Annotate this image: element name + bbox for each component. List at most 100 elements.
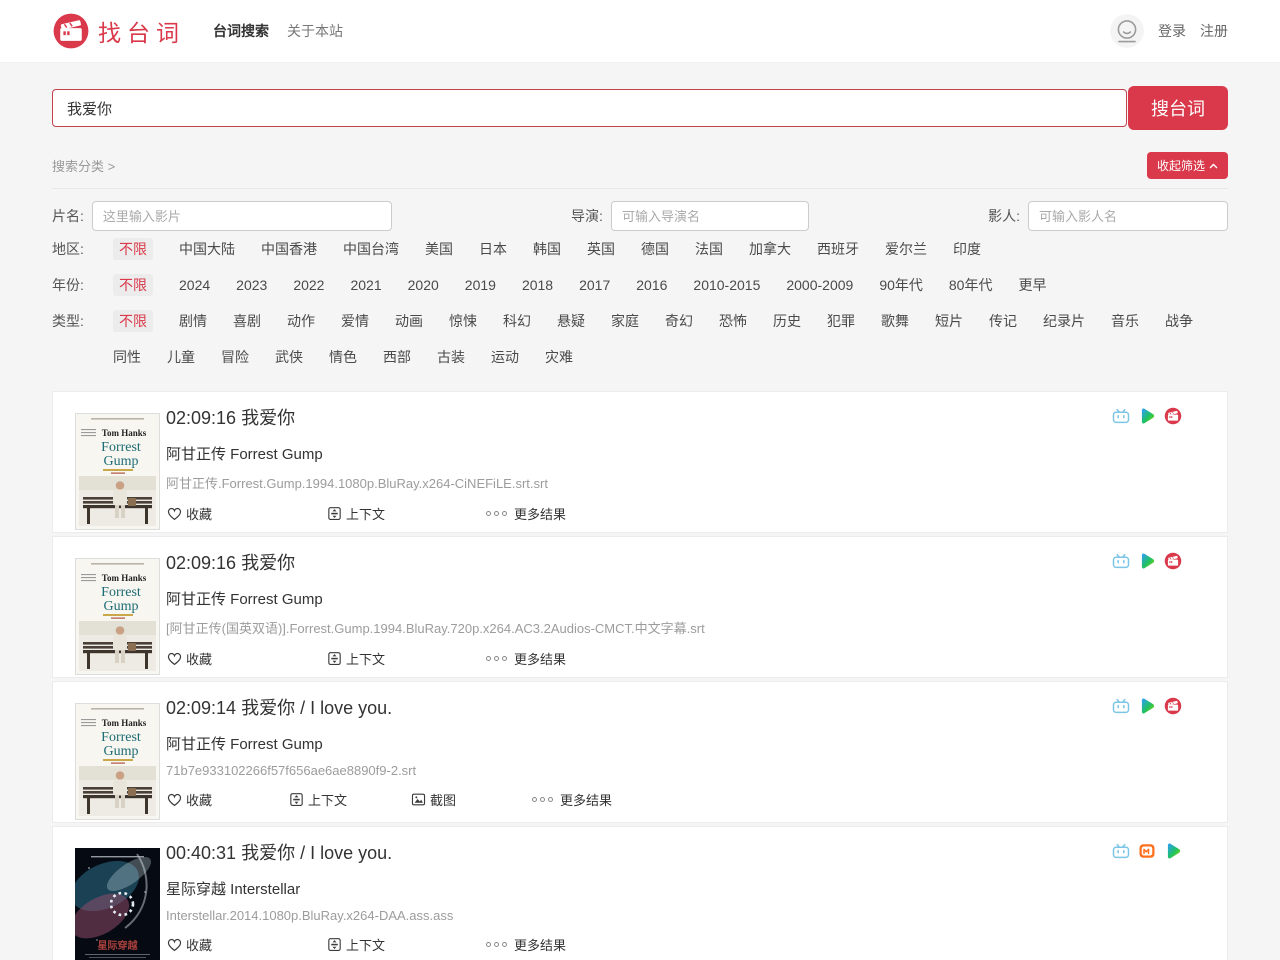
filter-option[interactable]: 惊悚 (436, 303, 490, 339)
bilibili-icon[interactable] (1112, 407, 1130, 425)
filter-option[interactable]: 悬疑 (544, 303, 598, 339)
filter-option[interactable]: 2000-2009 (773, 267, 866, 303)
filter-option[interactable]: 90年代 (866, 267, 936, 303)
filter-option[interactable]: 更早 (1005, 267, 1059, 303)
search-button[interactable]: 搜台词 (1128, 86, 1228, 130)
favorite-button[interactable]: 收藏 (166, 649, 326, 668)
filter-option[interactable]: 音乐 (1098, 303, 1152, 339)
filter-option[interactable]: 中国香港 (248, 231, 330, 267)
filter-option[interactable]: 奇幻 (652, 303, 706, 339)
filter-option[interactable]: 情色 (316, 339, 370, 375)
user-avatar-icon[interactable] (1110, 14, 1144, 48)
filter-option[interactable]: 2021 (337, 267, 394, 303)
filter-option[interactable]: 英国 (574, 231, 628, 267)
nav-item-about[interactable]: 关于本站 (287, 21, 343, 41)
filter-option[interactable]: 运动 (478, 339, 532, 375)
filter-option[interactable]: 2018 (509, 267, 566, 303)
filter-option[interactable]: 爱尔兰 (872, 231, 940, 267)
zhaotaici-icon[interactable] (1164, 407, 1182, 425)
filter-option[interactable]: 美国 (412, 231, 466, 267)
movie-input[interactable] (92, 201, 392, 231)
director-input[interactable] (611, 201, 809, 231)
movie-link[interactable]: 阿甘正传 Forrest Gump (166, 733, 1205, 754)
zhaotaici-icon[interactable] (1164, 552, 1182, 570)
filter-option[interactable]: 传记 (976, 303, 1030, 339)
more-results-button[interactable]: 更多结果 (532, 790, 654, 809)
filter-option[interactable]: 中国台湾 (330, 231, 412, 267)
collapse-filter-button[interactable]: 收起筛选 (1147, 152, 1228, 179)
filter-option[interactable]: 爱情 (328, 303, 382, 339)
movie-link[interactable]: 星际穿越 Interstellar (166, 878, 1205, 899)
movie-poster-forrest-gump[interactable] (75, 413, 160, 530)
filter-option[interactable]: 动画 (382, 303, 436, 339)
more-results-button[interactable]: 更多结果 (486, 935, 646, 954)
movie-poster-forrest-gump[interactable] (75, 703, 160, 820)
filter-option[interactable]: 2010-2015 (680, 267, 773, 303)
filter-option[interactable]: 西部 (370, 339, 424, 375)
mgtv-icon[interactable] (1138, 842, 1156, 860)
filter-option[interactable]: 冒险 (208, 339, 262, 375)
tencent-video-icon[interactable] (1138, 552, 1156, 570)
search-input[interactable] (52, 89, 1127, 127)
filter-option[interactable]: 古装 (424, 339, 478, 375)
tencent-video-icon[interactable] (1138, 697, 1156, 715)
movie-link[interactable]: 阿甘正传 Forrest Gump (166, 443, 1205, 464)
filter-option[interactable]: 犯罪 (814, 303, 868, 339)
filter-option[interactable]: 儿童 (154, 339, 208, 375)
filter-option[interactable]: 2022 (280, 267, 337, 303)
nav-item-search[interactable]: 台词搜索 (213, 21, 269, 41)
filter-option[interactable]: 2024 (166, 267, 223, 303)
filter-option[interactable]: 歌舞 (868, 303, 922, 339)
movie-link[interactable]: 阿甘正传 Forrest Gump (166, 588, 1205, 609)
filter-option[interactable]: 德国 (628, 231, 682, 267)
filter-option[interactable]: 短片 (922, 303, 976, 339)
context-button[interactable]: 上下文 (326, 504, 486, 523)
filter-option[interactable]: 战争 (1152, 303, 1206, 339)
tencent-video-icon[interactable] (1138, 407, 1156, 425)
filter-option[interactable]: 中国大陆 (166, 231, 248, 267)
filter-option-selected[interactable]: 不限 (100, 303, 166, 339)
login-link[interactable]: 登录 (1158, 21, 1186, 41)
filter-option[interactable]: 纪录片 (1030, 303, 1098, 339)
favorite-button[interactable]: 收藏 (166, 504, 326, 523)
bilibili-icon[interactable] (1112, 697, 1130, 715)
filter-option[interactable]: 印度 (940, 231, 994, 267)
filter-option[interactable]: 2019 (452, 267, 509, 303)
filter-option-selected[interactable]: 不限 (100, 267, 166, 303)
search-category-label[interactable]: 搜索分类 > (52, 156, 115, 175)
movie-poster-forrest-gump[interactable] (75, 558, 160, 675)
filter-option[interactable]: 历史 (760, 303, 814, 339)
more-results-button[interactable]: 更多结果 (486, 504, 646, 523)
filter-option[interactable]: 2017 (566, 267, 623, 303)
context-button[interactable]: 上下文 (326, 649, 486, 668)
filter-option[interactable]: 武侠 (262, 339, 316, 375)
site-logo[interactable]: 找台词 (52, 12, 185, 50)
bilibili-icon[interactable] (1112, 552, 1130, 570)
filter-option[interactable]: 日本 (466, 231, 520, 267)
movie-poster-interstellar[interactable] (75, 848, 160, 960)
filter-option[interactable]: 恐怖 (706, 303, 760, 339)
actor-input[interactable] (1028, 201, 1228, 231)
favorite-button[interactable]: 收藏 (166, 790, 288, 809)
filter-option[interactable]: 喜剧 (220, 303, 274, 339)
filter-option[interactable]: 动作 (274, 303, 328, 339)
bilibili-icon[interactable] (1112, 842, 1130, 860)
filter-option[interactable]: 科幻 (490, 303, 544, 339)
tencent-video-icon[interactable] (1164, 842, 1182, 860)
filter-option[interactable]: 家庭 (598, 303, 652, 339)
filter-option[interactable]: 加拿大 (736, 231, 804, 267)
filter-option[interactable]: 80年代 (936, 267, 1006, 303)
filter-option[interactable]: 同性 (100, 339, 154, 375)
register-link[interactable]: 注册 (1200, 21, 1228, 41)
filter-option-selected[interactable]: 不限 (100, 231, 166, 267)
favorite-button[interactable]: 收藏 (166, 935, 326, 954)
filter-option[interactable]: 剧情 (166, 303, 220, 339)
filter-option[interactable]: 2023 (223, 267, 280, 303)
filter-option[interactable]: 灾难 (532, 339, 586, 375)
filter-option[interactable]: 2020 (395, 267, 452, 303)
filter-option[interactable]: 韩国 (520, 231, 574, 267)
context-button[interactable]: 上下文 (288, 790, 410, 809)
screenshot-button[interactable]: 截图 (410, 790, 532, 809)
context-button[interactable]: 上下文 (326, 935, 486, 954)
filter-option[interactable]: 法国 (682, 231, 736, 267)
